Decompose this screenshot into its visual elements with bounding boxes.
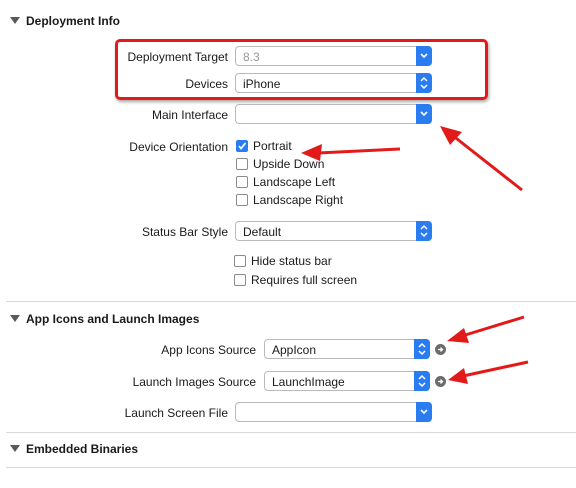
red-arrow-icon <box>301 144 401 161</box>
red-arrow-icon <box>448 360 529 384</box>
red-arrow-icon <box>447 315 525 343</box>
annotation-arrows <box>301 126 529 384</box>
red-arrow-icon <box>440 126 523 192</box>
